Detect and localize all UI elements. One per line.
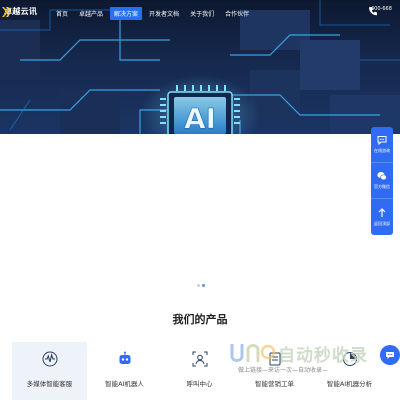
brand-logo[interactable]: 卓越云讯 [2,6,37,17]
wechat-button[interactable]: 官方微信 [371,163,393,199]
nav-item-partners[interactable]: 合作伙伴 [221,7,253,20]
nav-item-products[interactable]: 卓越产品 [75,7,107,20]
watermark-main: 自动秒收录 [228,340,368,366]
chat-icon [377,136,387,145]
product-label: 多媒体智能客服 [26,380,73,388]
watermark-text: 自动秒收录 [278,345,368,366]
float-label-wechat: 官方微信 [374,184,390,189]
page: AI 卓越云讯 首页 卓越产品 解决方案 开发者文档 关于我们 合作伙伴 400… [0,0,400,400]
section-title: 我们的产品 [172,313,228,326]
logo-icon [2,7,11,17]
nav-item-developer-docs[interactable]: 开发者文档 [145,7,183,20]
float-label-consult: 在线咨询 [374,148,390,153]
chip-label: AI [184,102,216,134]
headset-icon [192,351,207,367]
carousel-dot-active[interactable] [202,284,205,287]
phone-icon [369,7,377,16]
carousel-indicators [196,284,206,287]
nav-item-about[interactable]: 关于我们 [186,7,218,20]
main-menu: 首页 卓越产品 解决方案 开发者文档 关于我们 合作伙伴 [52,7,256,20]
message-icon [386,352,394,359]
waveform-icon [42,351,57,367]
product-tab-multimedia-service[interactable]: 多媒体智能客服 [12,342,87,400]
chat-bubble-button[interactable] [380,345,400,365]
phone-contact[interactable]: 400-668 [368,6,392,16]
float-label-top: 返回顶部 [374,220,390,226]
watermark-overlay: 自动秒收录 做上链接—来访一次—自动收录— [228,340,388,384]
carousel-dot[interactable] [197,284,200,287]
product-label: 智能AI机器人 [105,380,144,388]
arrow-up-icon [378,207,386,217]
top-navigation: 卓越云讯 首页 卓越产品 解决方案 开发者文档 关于我们 合作伙伴 400-66… [0,0,400,26]
back-to-top-button[interactable]: 返回顶部 [371,199,393,235]
product-tab-ai-robot[interactable]: 智能AI机器人 [87,342,162,400]
wechat-icon [377,172,387,181]
nav-item-home[interactable]: 首页 [52,7,72,20]
robot-icon [119,351,130,364]
watermark-subtext: 做上链接—来访一次—自动收录— [238,367,329,374]
online-consult-button[interactable]: 在线咨询 [371,127,393,163]
floating-contact-bar: 在线咨询 官方微信 返回顶部 [371,127,393,235]
product-tab-call-center[interactable]: 呼叫中心 [162,342,237,400]
watermark-logo-icon [230,344,276,362]
nav-item-solutions[interactable]: 解决方案 [110,7,143,20]
product-label: 呼叫中心 [186,380,213,388]
hero-banner: AI 卓越云讯 首页 卓越产品 解决方案 开发者文档 关于我们 合作伙伴 400… [0,0,400,134]
